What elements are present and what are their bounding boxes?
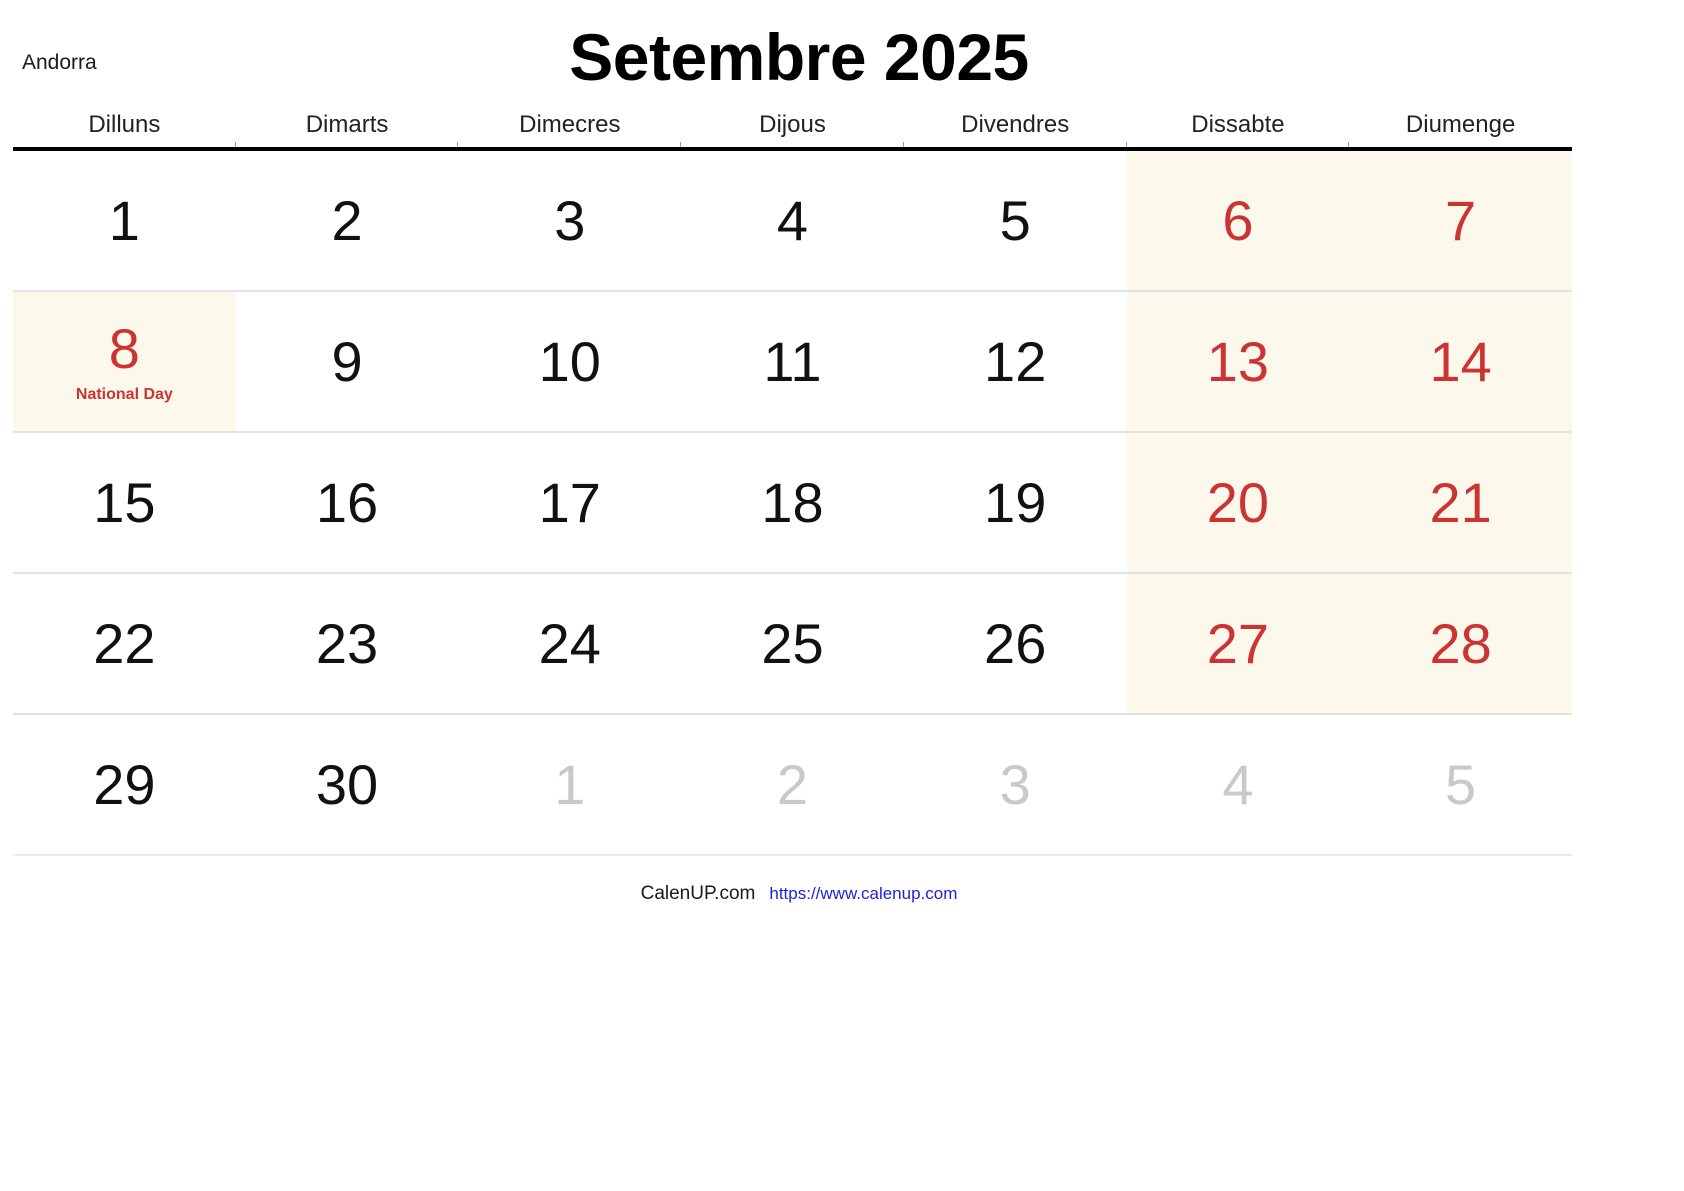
day-number: 17 (538, 470, 601, 534)
calendar-day-cell[interactable]: 11 (681, 292, 904, 431)
calendar-day-cell[interactable]: 9 (236, 292, 459, 431)
footer: CalenUP.com https://www.calenup.com (0, 884, 1598, 903)
calendar-day-cell[interactable]: 12 (904, 292, 1127, 431)
day-number: 3 (999, 752, 1031, 816)
weekday-header-label: Dimecres (519, 110, 621, 138)
day-number: 26 (984, 611, 1047, 675)
footer-website-link[interactable]: https://www.calenup.com (769, 885, 957, 902)
day-number: 8 (108, 316, 140, 380)
calendar-day-cell[interactable]: 2 (236, 151, 459, 290)
day-number: 3 (554, 188, 586, 252)
calendar-day-cell[interactable]: 5 (904, 151, 1127, 290)
day-number: 9 (331, 329, 363, 393)
weekday-header-dimarts: Dimarts (236, 105, 459, 147)
day-number: 7 (1445, 188, 1477, 252)
calendar-grid: Dilluns Dimarts Dimecres Dijous Divendres Dis… (13, 105, 1572, 856)
calendar-day-cell[interactable]: 18 (681, 433, 904, 572)
calendar-day-cell[interactable]: 28 (1349, 574, 1572, 713)
day-number: 14 (1429, 329, 1492, 393)
day-number: 30 (315, 752, 379, 816)
calendar-day-cell[interactable]: 29 (13, 715, 236, 854)
calendar-day-cell[interactable]: 4 (1127, 715, 1350, 854)
calendar-weeks: 1 2 3 4 5 6 7 8 National Day 9 10 11 12 13 14 15 16 17 18 1… (13, 151, 1572, 856)
calendar-day-cell[interactable]: 21 (1349, 433, 1572, 572)
day-number: 5 (1445, 752, 1477, 816)
calendar-day-cell[interactable]: 15 (13, 433, 236, 572)
calendar-week-row: 29 30 1 2 3 4 5 (13, 715, 1572, 856)
weekday-header-dissabte: Dissabte (1127, 105, 1350, 147)
calendar-day-cell[interactable]: 17 (458, 433, 681, 572)
calendar-day-cell[interactable]: 24 (458, 574, 681, 713)
weekday-header-dilluns: Dilluns (13, 105, 236, 147)
day-number: 5 (999, 188, 1031, 252)
weekday-header-label: Diumenge (1405, 110, 1516, 138)
day-number: 24 (538, 611, 601, 675)
calendar-day-cell[interactable]: 27 (1126, 574, 1350, 713)
calendar-day-cell[interactable]: 1 (13, 151, 236, 290)
weekday-header-dijous: Dijous (681, 105, 904, 147)
calendar-day-cell[interactable]: 26 (904, 574, 1127, 713)
day-number: 1 (554, 752, 586, 816)
calendar-day-cell[interactable]: 1 (458, 715, 681, 854)
weekday-header-label: Dimarts (305, 110, 389, 138)
calendar-day-cell[interactable]: 5 (1349, 715, 1572, 854)
day-number: 4 (776, 188, 809, 252)
day-number: 19 (984, 470, 1047, 534)
day-number: 28 (1429, 611, 1492, 675)
calendar-day-cell[interactable]: 2 (681, 715, 904, 854)
calendar-week-row: 22 23 24 25 26 27 28 (13, 574, 1572, 715)
calendar-day-cell[interactable]: 30 (236, 715, 459, 854)
day-number: 2 (331, 188, 363, 252)
weekday-header-diumenge: Diumenge (1349, 105, 1572, 147)
calendar-day-cell[interactable]: 3 (458, 151, 681, 290)
weekday-header-label: Dissabte (1191, 110, 1285, 138)
day-number: 16 (315, 470, 379, 534)
day-number: 11 (763, 329, 822, 393)
calendar-day-cell[interactable]: 10 (458, 292, 681, 431)
calendar-week-row: 1 2 3 4 5 6 7 (13, 151, 1572, 292)
day-number: 15 (93, 470, 156, 534)
calendar-week-row: 15 16 17 18 19 20 21 (13, 433, 1572, 574)
calendar-day-cell[interactable]: 14 (1349, 292, 1572, 431)
footer-brand-label: CalenUP.com (640, 883, 756, 904)
day-number: 6 (1222, 188, 1254, 252)
day-number: 13 (1206, 329, 1270, 393)
day-number: 1 (108, 188, 140, 252)
calendar-day-cell[interactable]: 3 (904, 715, 1127, 854)
calendar-day-cell[interactable]: 13 (1126, 292, 1350, 431)
weekday-header-label: Dijous (759, 110, 826, 138)
day-number: 23 (315, 611, 379, 675)
calendar-week-row: 8 National Day 9 10 11 12 13 14 (13, 292, 1572, 433)
calendar-day-cell[interactable]: 19 (904, 433, 1127, 572)
calendar-day-cell[interactable]: 22 (13, 574, 236, 713)
weekday-header-divendres: Divendres (904, 105, 1127, 147)
calendar-day-cell[interactable]: 25 (681, 574, 904, 713)
weekday-header-label: Dilluns (88, 110, 161, 138)
weekday-header-dimecres: Dimecres (458, 105, 681, 147)
calendar-page: Andorra Setembre 2025 Dilluns Dimarts Dime… (0, 0, 1684, 1191)
calendar-day-cell[interactable]: 4 (681, 151, 904, 290)
day-number: 25 (761, 611, 824, 675)
day-number: 4 (1222, 752, 1254, 816)
calendar-day-cell[interactable]: 8 National Day (13, 292, 236, 431)
page-header: Andorra Setembre 2025 (0, 0, 1684, 105)
calendar-day-cell[interactable]: 23 (236, 574, 459, 713)
weekday-header-label: Divendres (961, 110, 1070, 138)
holiday-event-label: National Day (75, 385, 173, 403)
day-number: 12 (984, 329, 1047, 393)
day-number: 22 (93, 611, 156, 675)
day-number: 20 (1206, 470, 1270, 534)
day-number: 10 (538, 329, 601, 393)
calendar-day-cell[interactable]: 7 (1349, 151, 1572, 290)
day-number: 21 (1429, 470, 1492, 534)
day-number: 2 (776, 752, 809, 816)
calendar-day-cell[interactable]: 6 (1126, 151, 1350, 290)
day-number: 27 (1206, 611, 1270, 675)
day-number: 29 (93, 752, 156, 816)
page-title: Setembre 2025 (569, 20, 1029, 94)
day-number: 18 (761, 470, 824, 534)
calendar-day-cell[interactable]: 20 (1126, 433, 1350, 572)
weekday-header-row: Dilluns Dimarts Dimecres Dijous Divendres Dis… (13, 105, 1572, 151)
calendar-day-cell[interactable]: 16 (236, 433, 459, 572)
